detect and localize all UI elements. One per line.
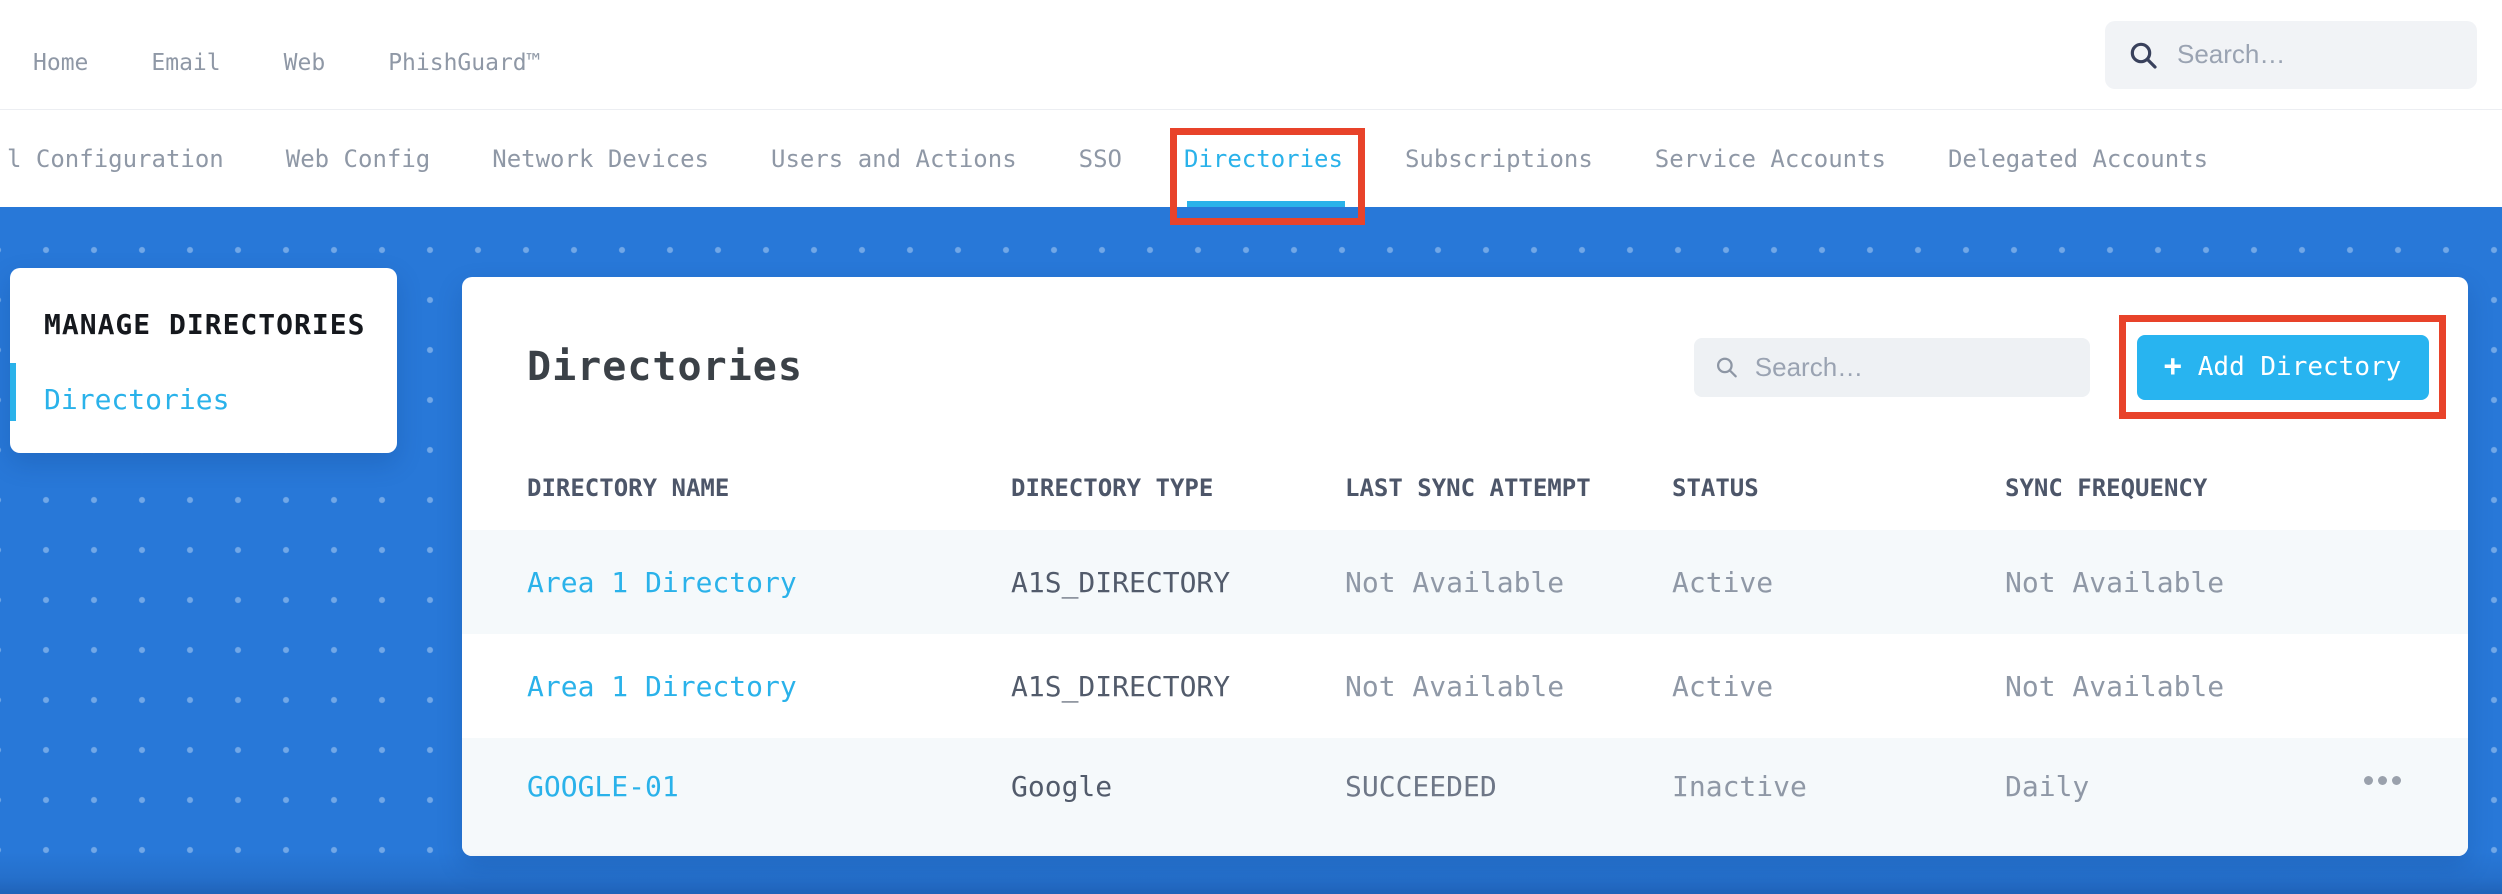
sync-frequency-value: Daily [2005,770,2090,803]
nav-item-phishguard[interactable]: PhishGuard™ [388,50,540,76]
plus-icon: + [2163,349,2182,384]
top-nav-links: Home Email Web PhishGuard™ [33,50,541,76]
directory-name-link[interactable]: Area 1 Directory [527,566,1011,599]
tab-directories[interactable]: Directories [1184,145,1343,173]
search-icon [1716,357,1737,378]
directory-type-value: A1S_DIRECTORY [1011,565,1231,599]
page-title: Directories [527,344,803,390]
status-value: Active [1672,669,1774,703]
sync-frequency-value: Not Available [2005,565,2225,599]
global-search-box[interactable] [2105,20,2477,89]
add-directory-label: Add Directory [2197,352,2402,382]
tab-subscriptions[interactable]: Subscriptions [1405,145,1593,173]
tab-sso[interactable]: SSO [1079,145,1122,173]
column-header-directory-type: DIRECTORY TYPE [1011,474,1214,502]
sidebar-item-directories[interactable]: Directories [44,383,397,416]
panel-header-actions: + Add Directory [1694,315,2446,419]
nav-item-email[interactable]: Email [151,50,220,76]
column-header-directory-name: DIRECTORY NAME [527,474,730,502]
global-search-input[interactable] [2177,39,2455,70]
panel-header: Directories + Add Directory [462,315,2468,419]
column-header-last-sync-attempt: LAST SYNC ATTEMPT [1345,474,1591,502]
sidebar-active-indicator [10,363,16,421]
table-row: Area 1 Directory A1S_DIRECTORY Not Avail… [462,530,2468,634]
last-sync-value: Not Available [1345,669,1565,703]
tab-users-and-actions[interactable]: Users and Actions [771,145,1017,173]
search-icon [2130,42,2157,69]
tab-service-accounts[interactable]: Service Accounts [1655,145,1886,173]
directories-search-box[interactable] [1694,337,2090,397]
workspace-background: MANAGE DIRECTORIES Directories Directori… [0,207,2502,894]
table-row: Area 1 Directory A1S_DIRECTORY Not Avail… [462,634,2468,738]
directory-name-link[interactable]: GOOGLE-01 [527,770,1011,803]
table-header-row: DIRECTORY NAME DIRECTORY TYPE LAST SYNC … [462,419,2468,530]
tab-email-configuration[interactable]: l Configuration [7,145,224,173]
add-directory-button[interactable]: + Add Directory [2136,334,2429,400]
section-tab-bar: l Configuration Web Config Network Devic… [0,110,2502,207]
active-tab-underline [1187,201,1345,207]
status-value: Inactive [1672,770,1807,803]
directory-type-value: Google [1011,770,1113,803]
sync-frequency-value: Not Available [2005,669,2225,703]
tab-delegated-accounts[interactable]: Delegated Accounts [1948,145,2208,173]
column-header-status: STATUS [1672,474,1759,502]
status-value: Active [1672,565,1774,599]
tab-web-config[interactable]: Web Config [286,145,431,173]
directory-type-value: A1S_DIRECTORY [1011,669,1231,703]
nav-item-web[interactable]: Web [284,50,326,76]
table-row: GOOGLE-01 Google SUCCEEDED Inactive Dail… [462,738,2468,856]
last-sync-value: SUCCEEDED [1345,770,1497,803]
manage-directories-card: MANAGE DIRECTORIES Directories [10,268,397,453]
column-header-sync-frequency: SYNC FREQUENCY [2005,474,2208,502]
tab-links: l Configuration Web Config Network Devic… [7,145,2208,173]
directory-name-link[interactable]: Area 1 Directory [527,670,1011,703]
nav-item-home[interactable]: Home [33,50,88,76]
last-sync-value: Not Available [1345,565,1565,599]
directories-panel: Directories + Add Directory [462,277,2468,856]
annotation-box-add-directory: + Add Directory [2119,315,2446,419]
ellipsis-icon[interactable] [2362,770,2403,791]
tab-network-devices[interactable]: Network Devices [492,145,709,173]
top-nav-bar: Home Email Web PhishGuard™ [0,0,2502,110]
directories-search-input[interactable] [1754,351,2070,383]
sidebar-heading: MANAGE DIRECTORIES [44,308,366,341]
